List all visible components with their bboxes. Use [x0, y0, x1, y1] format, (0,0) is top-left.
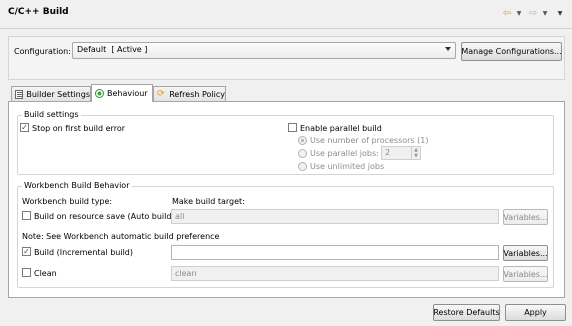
radio-parallel-jobs-label: Use parallel jobs: — [310, 149, 379, 158]
clean-variables-button: Variables... — [503, 266, 548, 282]
incremental-build-target-input[interactable] — [171, 245, 499, 260]
page-title: C/C++ Build — [8, 7, 69, 17]
workbench-note: Note: See Workbench automatic build pref… — [22, 232, 220, 241]
workbench-build-type-header: Workbench build type: — [22, 197, 113, 206]
parallel-jobs-value: 2 — [385, 148, 391, 157]
header-separator — [0, 28, 572, 29]
clean-label: Clean — [34, 269, 57, 278]
spinner-down-icon: ▼ — [414, 153, 418, 159]
incremental-build-checkbox[interactable]: ✓ — [22, 247, 31, 256]
clean-checkbox[interactable] — [22, 268, 31, 277]
radio-use-processors — [298, 136, 307, 145]
auto-build-target-input: all — [171, 209, 499, 224]
radio-unlimited-jobs — [298, 162, 307, 171]
incremental-build-variables-button[interactable]: Variables... — [503, 245, 548, 261]
builder-settings-icon — [15, 89, 24, 99]
auto-build-variables-button: Variables... — [503, 209, 548, 225]
forward-history-dropdown-icon: ▼ — [542, 9, 548, 17]
configuration-select-value: Default [ Active ] — [77, 45, 148, 54]
make-build-target-header: Make build target: — [172, 197, 245, 206]
view-menu-icon[interactable]: ▼ — [556, 7, 564, 19]
radio-use-processors-label: Use number of processors (1) — [310, 136, 429, 145]
incremental-build-label: Build (Incremental build) — [34, 248, 133, 257]
back-history-dropdown-icon[interactable]: ▼ — [515, 7, 523, 19]
chevron-down-icon — [445, 47, 451, 51]
restore-defaults-button[interactable]: Restore Defaults — [433, 304, 500, 321]
tab-builder-settings-label: Builder Settings — [26, 89, 90, 99]
tab-refresh-policy[interactable]: ⟳ Refresh Policy — [153, 86, 226, 101]
parallel-jobs-spinner: 2 ▲ ▼ — [381, 146, 421, 160]
spinner-buttons: ▲ ▼ — [411, 147, 420, 159]
back-arrow-icon[interactable]: ⇦ — [500, 7, 514, 19]
configuration-label: Configuration: — [14, 47, 71, 56]
stop-on-error-label: Stop on first build error — [32, 124, 125, 133]
manage-configurations-button[interactable]: Manage Configurations... — [461, 42, 562, 61]
tab-behaviour-label: Behaviour — [107, 89, 148, 98]
radio-unlimited-jobs-label: Use unlimited jobs — [310, 162, 385, 171]
clean-target-input: clean — [171, 266, 499, 281]
build-settings-title: Build settings — [22, 110, 81, 119]
apply-button[interactable]: Apply — [505, 304, 566, 321]
parallel-build-checkbox[interactable] — [288, 123, 297, 132]
forward-arrow-icon: ⇨ — [528, 7, 538, 19]
radio-parallel-jobs — [298, 149, 307, 158]
tab-behaviour[interactable]: Behaviour — [91, 84, 153, 102]
auto-build-checkbox[interactable] — [22, 211, 31, 220]
auto-build-label: Build on resource save (Auto build) — [34, 212, 175, 221]
configuration-select[interactable]: Default [ Active ] — [72, 42, 456, 59]
behaviour-icon — [95, 89, 104, 98]
stop-on-error-checkbox[interactable]: ✓ — [20, 123, 29, 132]
workbench-build-title: Workbench Build Behavior — [22, 181, 132, 190]
parallel-build-label: Enable parallel build — [300, 124, 382, 133]
refresh-icon: ⟳ — [157, 89, 165, 99]
tab-refresh-policy-label: Refresh Policy — [169, 89, 225, 99]
tab-builder-settings[interactable]: Builder Settings — [11, 86, 91, 101]
